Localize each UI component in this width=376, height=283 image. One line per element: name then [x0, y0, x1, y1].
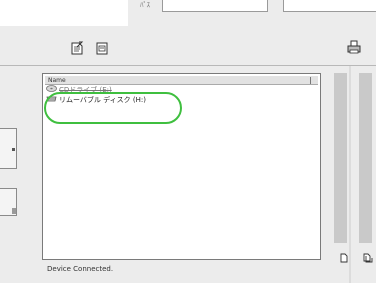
printer-icon[interactable]: [347, 39, 361, 54]
toolbar-divider: [0, 65, 376, 66]
vertical-separator: [349, 66, 351, 283]
column-resize-handle[interactable]: [310, 77, 311, 84]
top-blank-area: [0, 0, 128, 26]
path-label: ﾊﾟｽ: [140, 1, 150, 9]
side-tab-upper[interactable]: [0, 128, 17, 169]
highlight-ellipse: [44, 92, 182, 124]
path-input[interactable]: [162, 0, 268, 12]
column-header[interactable]: Name: [45, 76, 318, 85]
preview-document-icon[interactable]: [95, 40, 109, 55]
top-strip: ﾊﾟｽ: [0, 0, 376, 26]
edit-document-icon[interactable]: [70, 40, 84, 55]
column-header-name: Name: [48, 77, 66, 84]
status-text: Device Connected.: [47, 265, 114, 273]
scroll-bar-right[interactable]: [359, 73, 372, 243]
copy-document-icon[interactable]: [363, 248, 373, 263]
scroll-bar-left[interactable]: [334, 73, 347, 243]
secondary-input[interactable]: [283, 0, 376, 12]
side-tab-lower[interactable]: [0, 188, 17, 216]
app-window: ﾊﾟｽ Name CDドライブ (E:) リムーバブル ディスク (H:) De…: [0, 0, 376, 283]
new-document-icon[interactable]: [339, 248, 349, 263]
